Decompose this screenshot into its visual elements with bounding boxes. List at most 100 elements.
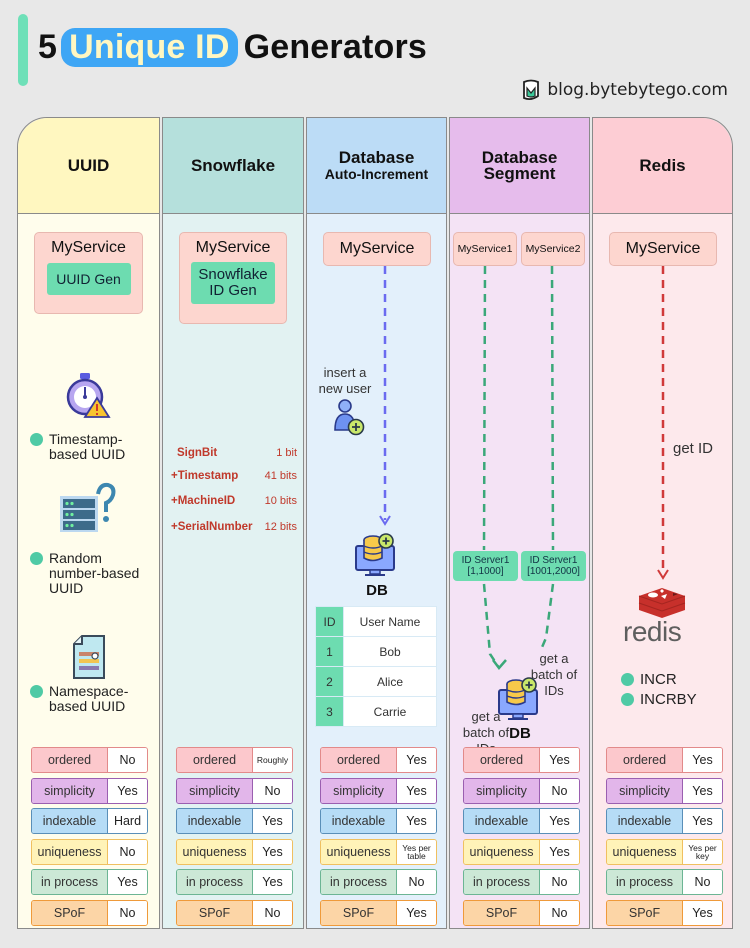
comparison-row-spof: SPoF Yes bbox=[606, 899, 723, 926]
comparison-key: simplicity bbox=[321, 778, 397, 803]
title-suffix: Generators bbox=[243, 28, 427, 66]
comparison-value: Yes per table bbox=[397, 839, 436, 864]
comparison-value: No bbox=[253, 900, 292, 925]
uuid-variant-random: Random number-based UUID bbox=[30, 551, 149, 596]
comparison-key: in process bbox=[177, 870, 253, 894]
snowflake-generator-box: Snowflake ID Gen bbox=[191, 262, 275, 304]
id-server-2: ID Server1 [1001,2000] bbox=[521, 551, 586, 581]
comparison-row-ordered: ordered Yes bbox=[463, 747, 580, 773]
comparison-value: No bbox=[108, 839, 147, 864]
comparison-key: uniqueness bbox=[177, 839, 253, 864]
redis-logo-icon bbox=[638, 588, 686, 618]
variant-label: Timestamp-based UUID bbox=[49, 431, 126, 462]
comparison-key: SPoF bbox=[607, 900, 683, 925]
column-body-snowflake: MyService Snowflake ID Gen SignBit 1 bit … bbox=[163, 214, 303, 928]
column-body-redis: MyService get ID redis INCR INCRBY order… bbox=[593, 214, 732, 928]
column-body-uuid: MyService UUID Gen Timestamp-based UUID bbox=[18, 214, 159, 928]
comparison-table: ordered Yes simplicity Yes indexable Yes uniqu… bbox=[606, 747, 723, 930]
comparison-key: in process bbox=[321, 870, 397, 894]
comparison-value: No bbox=[397, 870, 436, 894]
bit-name: SignBit bbox=[177, 447, 218, 459]
bit-name: +SerialNumber bbox=[171, 521, 253, 533]
bullet-dot bbox=[30, 552, 43, 565]
comparison-key: indexable bbox=[321, 809, 397, 833]
table-header: ID bbox=[315, 606, 344, 637]
id-server-1: ID Server1 [1,1000] bbox=[453, 551, 518, 581]
comparison-value: Yes bbox=[253, 839, 292, 864]
comparison-key: uniqueness bbox=[32, 839, 108, 864]
column-db-auto-increment: Database Auto-Increment MyService insert … bbox=[306, 117, 447, 929]
db-label: DB bbox=[366, 582, 388, 599]
comparison-value: Yes bbox=[397, 778, 436, 803]
column-body-db-segment: MyService1 MyService2 ID Server1 [1,1000… bbox=[450, 214, 589, 928]
command-label: INCR bbox=[640, 671, 677, 688]
service-box: MyService Snowflake ID Gen bbox=[179, 232, 287, 324]
redis-command: INCRBY bbox=[621, 692, 697, 707]
column-title: UUID bbox=[67, 155, 110, 175]
comparison-row-simplicity: simplicity Yes bbox=[31, 777, 148, 804]
comparison-row-indexable: indexable Yes bbox=[176, 808, 293, 834]
column-header-db-segment: Database Segment bbox=[450, 118, 589, 214]
comparison-key: indexable bbox=[464, 809, 540, 833]
comparison-value: Yes bbox=[397, 748, 436, 772]
comparison-row-indexable: indexable Yes bbox=[606, 808, 723, 834]
comparison-value: Yes bbox=[253, 809, 292, 833]
comparison-row-uniqueness: uniqueness Yes bbox=[176, 838, 293, 865]
comparison-value: Yes per key bbox=[683, 839, 722, 864]
redis-command: INCR bbox=[621, 672, 677, 687]
table-cell: Bob bbox=[343, 636, 437, 667]
comparison-key: indexable bbox=[607, 809, 683, 833]
add-user-icon bbox=[334, 399, 365, 436]
comparison-value: Yes bbox=[540, 809, 579, 833]
comparison-key: indexable bbox=[32, 809, 108, 833]
service-box: MyService bbox=[323, 232, 431, 266]
table-cell: Carrie bbox=[343, 696, 437, 727]
comparison-row-simplicity: simplicity No bbox=[463, 777, 580, 804]
service-label: MyService bbox=[51, 239, 126, 256]
column-title: Snowflake bbox=[190, 155, 276, 175]
bullet-dot bbox=[621, 693, 634, 706]
command-label: INCRBY bbox=[640, 691, 697, 708]
table-cell: Alice bbox=[343, 666, 437, 697]
table-row: 3 Carrie bbox=[315, 696, 437, 727]
bit-row: +MachineID 10 bits bbox=[171, 495, 297, 507]
brand: blog.bytebytego.com bbox=[521, 79, 728, 101]
column-header-snowflake: Snowflake bbox=[163, 118, 303, 214]
comparison-value: Yes bbox=[683, 748, 722, 772]
comparison-row-ordered: ordered Yes bbox=[606, 747, 723, 773]
comparison-row-uniqueness: uniqueness Yes per key bbox=[606, 838, 723, 865]
comparison-row-uniqueness: uniqueness Yes per table bbox=[320, 838, 437, 865]
comparison-value: No bbox=[540, 870, 579, 894]
service-label: MyService bbox=[195, 239, 271, 256]
column-header-db-auto-increment: Database Auto-Increment bbox=[307, 118, 446, 214]
bit-name: +MachineID bbox=[171, 495, 236, 507]
comparison-key: simplicity bbox=[177, 778, 253, 803]
comparison-key: in process bbox=[464, 870, 540, 894]
bullet-dot bbox=[621, 673, 634, 686]
comparison-row-uniqueness: uniqueness No bbox=[31, 838, 148, 865]
comparison-frame: UUID MyService UUID Gen Timestamp-based … bbox=[17, 117, 733, 929]
redis-logo-text: redis bbox=[623, 616, 682, 647]
comparison-value: Yes bbox=[683, 809, 722, 833]
comparison-row-spof: SPoF No bbox=[31, 899, 148, 926]
comparison-key: ordered bbox=[321, 748, 397, 772]
comparison-key: uniqueness bbox=[321, 839, 397, 864]
comparison-key: simplicity bbox=[607, 778, 683, 803]
comparison-table: ordered Yes simplicity Yes indexable Yes uniqu… bbox=[320, 747, 437, 930]
service-box-2: MyService2 bbox=[521, 232, 585, 266]
db-label: DB bbox=[509, 725, 531, 742]
comparison-row-in-process: in process No bbox=[606, 869, 723, 895]
bit-row: +SerialNumber 12 bits bbox=[171, 521, 297, 533]
comparison-row-simplicity: simplicity No bbox=[176, 777, 293, 804]
comparison-row-ordered: ordered Roughly bbox=[176, 747, 293, 773]
stopwatch-warning-icon bbox=[66, 373, 111, 418]
comparison-key: indexable bbox=[177, 809, 253, 833]
bit-row: SignBit 1 bit bbox=[171, 447, 297, 459]
get-id-arrow bbox=[657, 266, 669, 580]
table-cell: 2 bbox=[315, 666, 344, 697]
comparison-value: Hard bbox=[108, 809, 147, 833]
id-server-name: ID Server1 bbox=[529, 555, 578, 566]
id-server-range: [1,1000] bbox=[467, 566, 504, 577]
page-title: 5 Unique ID Generators bbox=[38, 28, 427, 67]
column-uuid: UUID MyService UUID Gen Timestamp-based … bbox=[17, 117, 160, 929]
